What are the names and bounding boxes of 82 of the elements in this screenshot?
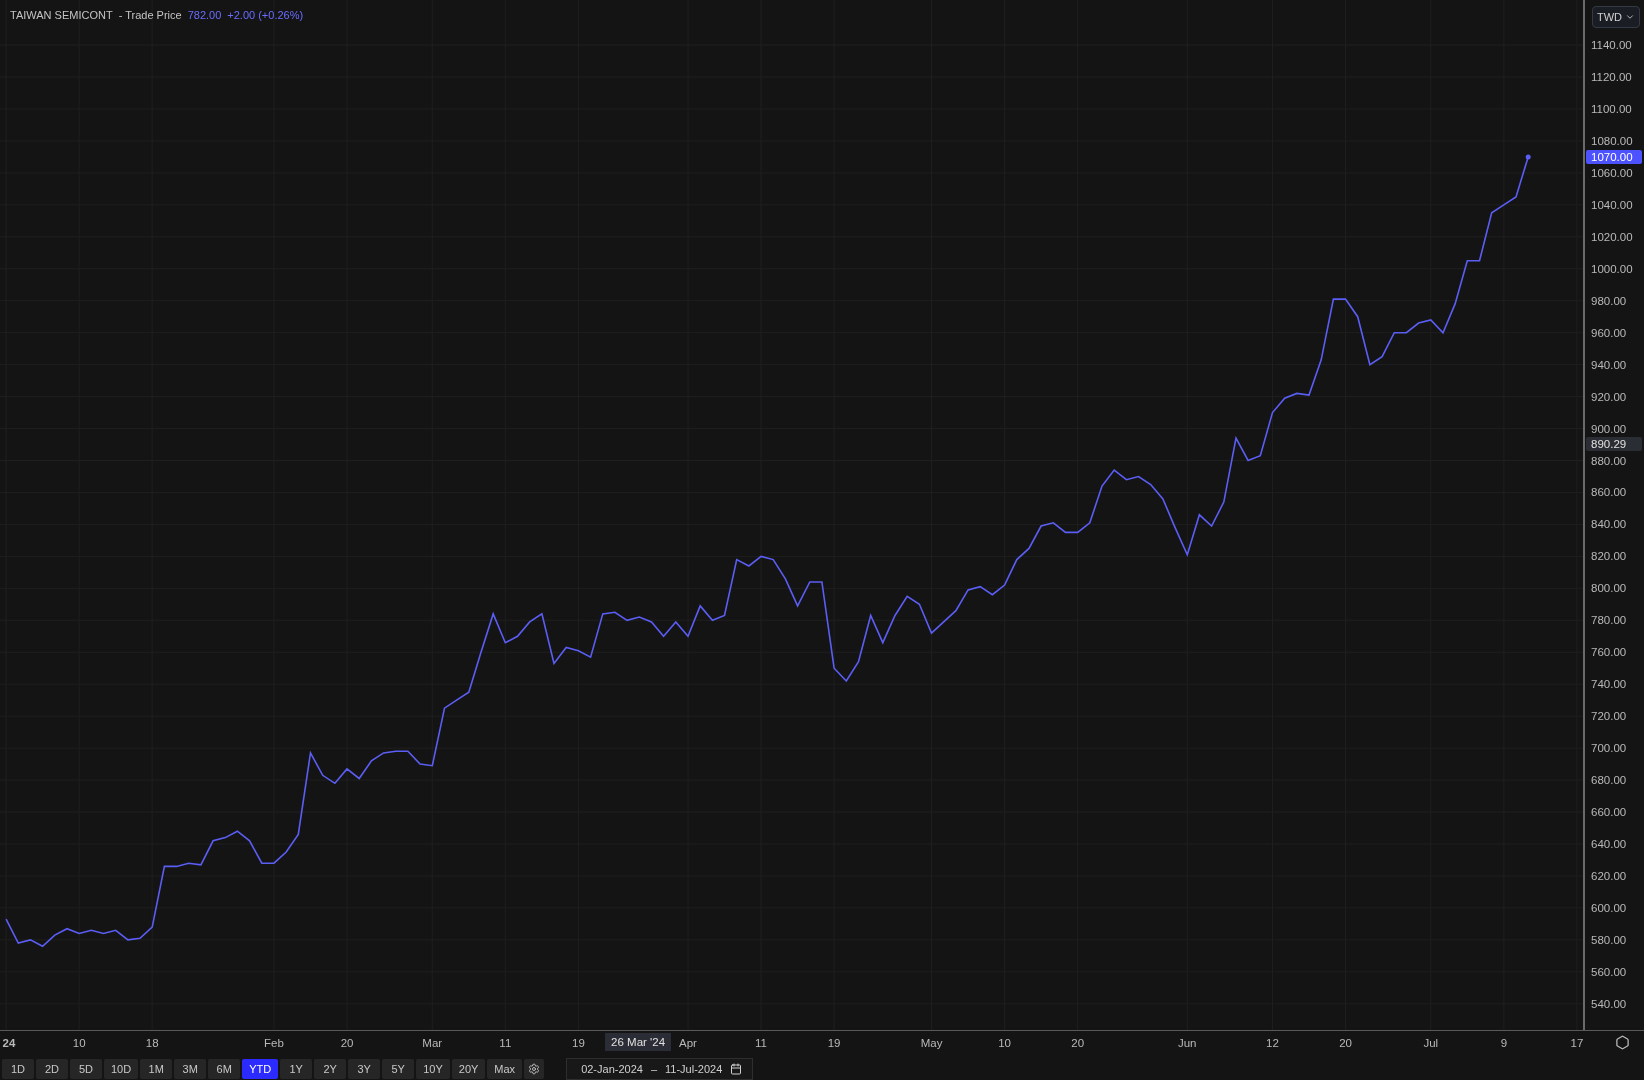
y-axis-label: 680.00 [1591, 774, 1627, 787]
y-axis-label: 740.00 [1591, 678, 1627, 691]
currency-select[interactable]: TWD [1592, 6, 1640, 28]
symbol-name: TAIWAN SEMICONT [10, 9, 113, 21]
x-axis-label: May [920, 1037, 943, 1049]
settings-icon [1615, 1035, 1630, 1050]
date-range-field[interactable]: 02-Jan-2024 – 11-Jul-2024 [566, 1057, 754, 1080]
x-axis-label: 24 [2, 1037, 16, 1049]
settings-button[interactable] [524, 1058, 545, 1079]
y-axis-label: 840.00 [1591, 518, 1627, 531]
y-axis-label: 640.00 [1591, 838, 1627, 850]
x-axis-label: 20 [1339, 1037, 1352, 1049]
range-button[interactable]: 2D [36, 1058, 68, 1079]
y-axis-label: 980.00 [1591, 294, 1627, 307]
y-axis-label: 820.00 [1591, 550, 1627, 563]
x-axis-label: 12 [1266, 1037, 1279, 1049]
y-axis-label: 1140.00 [1591, 39, 1632, 52]
x-axis-label: Mar [422, 1037, 443, 1049]
x-axis-label: 19 [572, 1037, 585, 1049]
range-button[interactable]: 5D [70, 1058, 102, 1079]
price-value: 782.00 [187, 9, 222, 21]
y-axis-label: 700.00 [1591, 742, 1627, 755]
y-axis-label: 860.00 [1591, 486, 1627, 499]
calendar-icon[interactable] [730, 1062, 743, 1075]
x-axis-label: 20 [340, 1037, 354, 1049]
range-button[interactable]: Max [487, 1058, 523, 1079]
range-button[interactable]: 20Y [451, 1058, 486, 1079]
range-button[interactable]: 2Y [314, 1058, 347, 1079]
x-axis-label: 19 [827, 1037, 841, 1049]
y-axis-label: 960.00 [1591, 326, 1627, 339]
settings-icon [528, 1062, 541, 1075]
y-axis-label: 780.00 [1591, 614, 1627, 627]
last-price-tag: 1070.00 [1586, 149, 1642, 164]
y-axis-label: 940.00 [1591, 358, 1627, 371]
y-axis-label: 920.00 [1591, 390, 1627, 403]
y-axis-label: 720.00 [1591, 710, 1627, 723]
range-button[interactable]: YTD [242, 1058, 279, 1079]
y-axis-label: 620.00 [1591, 869, 1627, 882]
y-axis-label: 660.00 [1591, 806, 1627, 819]
range-button[interactable]: 1M [140, 1058, 173, 1079]
y-axis-label: 800.00 [1591, 582, 1627, 595]
range-button[interactable]: 10D [104, 1058, 139, 1079]
x-axis-label: 20 [1071, 1037, 1085, 1049]
settings-button[interactable] [1615, 1035, 1630, 1050]
y-axis-label: 580.00 [1591, 933, 1627, 946]
x-axis-label: 18 [145, 1037, 159, 1049]
price-change: +2.00 (+0.26%) [227, 9, 304, 21]
y-axis-label: 1040.00 [1591, 198, 1633, 211]
y-axis-label: 760.00 [1591, 646, 1627, 659]
chevron-icon [1625, 12, 1635, 22]
crosshair-date-tag: 26 Mar '24 [605, 1033, 672, 1051]
range-button[interactable]: 1Y [280, 1058, 313, 1079]
y-axis-label: 600.00 [1591, 901, 1627, 914]
y-axis-label: 560.00 [1591, 965, 1627, 978]
y-axis-label: 900.00 [1591, 422, 1627, 435]
y-axis-label: 880.00 [1591, 454, 1627, 467]
x-axis-label: Jul [1423, 1037, 1439, 1049]
x-axis-label: 9 [1500, 1037, 1508, 1049]
x-axis-label: 10 [72, 1037, 86, 1049]
range-button[interactable]: 6M [208, 1058, 241, 1079]
y-axis-label: 540.00 [1591, 997, 1627, 1010]
range-button[interactable]: 1D [2, 1058, 34, 1079]
y-axis-label: 1020.00 [1591, 230, 1633, 243]
series-field: - Trade Price [118, 9, 182, 21]
y-axis-label: 1120.00 [1591, 71, 1632, 83]
x-axis-label: 11 [499, 1037, 512, 1049]
range-button[interactable]: 3M [174, 1058, 207, 1079]
x-axis-label: 11 [755, 1037, 767, 1049]
x-axis-label: Feb [264, 1037, 284, 1049]
last-point [1525, 154, 1531, 160]
x-axis-label: Jun [1178, 1037, 1197, 1049]
range-button[interactable]: 5Y [382, 1058, 415, 1079]
y-axis-label: 1100.00 [1591, 102, 1632, 115]
y-axis-label: 1080.00 [1591, 134, 1633, 147]
y-axis-label: 1060.00 [1591, 166, 1633, 179]
range-button[interactable]: 10Y [416, 1058, 450, 1079]
range-button[interactable]: 3Y [348, 1058, 381, 1079]
crosshair-price-tag: 890.29 [1586, 437, 1642, 452]
x-axis-label: Apr [679, 1037, 697, 1049]
x-axis-label: 10 [998, 1037, 1011, 1049]
x-axis-label: 17 [1570, 1037, 1584, 1049]
y-axis-label: 1000.00 [1591, 262, 1633, 275]
